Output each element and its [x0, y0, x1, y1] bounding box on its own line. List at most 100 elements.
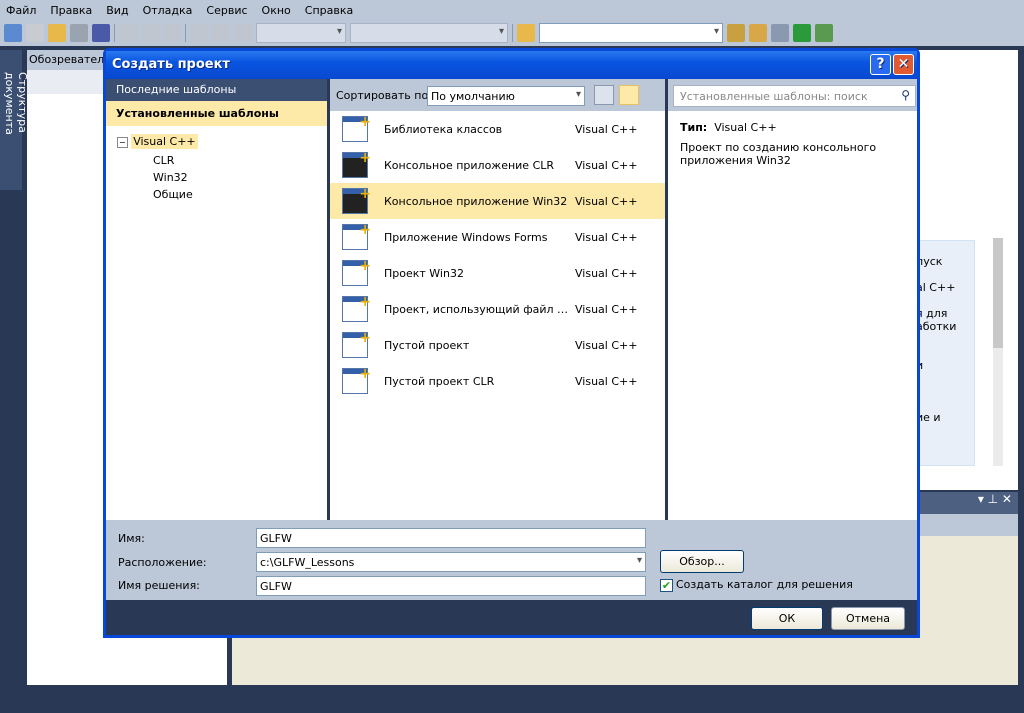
menu-tools[interactable]: Сервис: [206, 4, 247, 17]
platform-combo[interactable]: [350, 23, 508, 43]
sort-bar: Сортировать по: По умолчанию: [330, 79, 665, 111]
separator: [185, 24, 186, 42]
text-fragment: пуск: [916, 255, 943, 268]
properties-icon[interactable]: [749, 24, 767, 42]
console-icon: [342, 186, 371, 214]
type-label: Тип:: [680, 121, 708, 134]
template-name: Консольное приложение Win32: [384, 194, 568, 208]
template-item[interactable]: Библиотека классов Visual C++: [330, 111, 665, 147]
toolbar: [0, 20, 1024, 46]
search-icon[interactable]: ⚲: [901, 88, 910, 102]
open-folder-icon[interactable]: [48, 24, 66, 42]
undo-icon[interactable]: [190, 24, 208, 42]
installed-templates[interactable]: Установленные шаблоны: [106, 101, 327, 126]
template-item[interactable]: Проект Win32 Visual C++: [330, 255, 665, 291]
template-language: Visual C++: [575, 122, 638, 136]
type-row: Тип: Visual C++: [680, 121, 777, 134]
menu-view[interactable]: Вид: [106, 4, 128, 17]
create-directory-checkbox[interactable]: ✔ Создать каталог для решения: [660, 578, 853, 592]
menu-window[interactable]: Окно: [262, 4, 291, 17]
details-pane: Установленные шаблоны: поиск ⚲ Тип: Visua…: [668, 79, 917, 520]
add-item-icon[interactable]: [26, 24, 44, 42]
win32-icon: [342, 258, 371, 286]
separator: [512, 24, 513, 42]
text-fragment: ие и: [916, 411, 941, 424]
template-item[interactable]: Консольное приложение CLR Visual C++: [330, 147, 665, 183]
location-value: c:\GLFW_Lessons: [260, 556, 355, 569]
menu-edit[interactable]: Правка: [50, 4, 92, 17]
start-page-scrollbar[interactable]: [993, 238, 1003, 466]
template-item[interactable]: Пустой проект Visual C++: [330, 327, 665, 363]
forms-icon: [342, 222, 371, 250]
template-item[interactable]: Пустой проект CLR Visual C++: [330, 363, 665, 399]
template-name: Проект, использующий файл makefile: [384, 302, 575, 316]
sort-value: По умолчанию: [431, 90, 515, 103]
tree-item-general[interactable]: Общие: [153, 188, 193, 201]
template-item[interactable]: Консольное приложение Win32 Visual C++: [330, 183, 665, 219]
help-button[interactable]: ?: [870, 54, 891, 75]
save-icon[interactable]: [70, 24, 88, 42]
save-all-icon[interactable]: [92, 24, 110, 42]
medium-icons-view-icon[interactable]: [594, 85, 614, 105]
configuration-combo[interactable]: [256, 23, 346, 43]
menu-debug[interactable]: Отладка: [143, 4, 193, 17]
type-value: Visual C++: [714, 121, 777, 134]
search-input[interactable]: Установленные шаблоны: поиск ⚲: [673, 85, 916, 107]
text-fragment: аботки: [916, 320, 957, 333]
empty-project-icon: [342, 330, 371, 358]
find-combo[interactable]: [539, 23, 723, 43]
browse-button[interactable]: Обзор...: [660, 550, 744, 573]
tree-item-win32[interactable]: Win32: [153, 171, 188, 184]
scroll-thumb[interactable]: [993, 238, 1003, 348]
sort-select[interactable]: По умолчанию: [427, 86, 585, 106]
recent-templates[interactable]: Последние шаблоны: [106, 79, 327, 101]
sort-label: Сортировать по:: [336, 89, 432, 102]
menu-help[interactable]: Справка: [305, 4, 353, 17]
class-library-icon: [342, 114, 371, 142]
template-name: Библиотека классов: [384, 122, 503, 136]
template-language: Visual C++: [575, 302, 638, 316]
ok-button[interactable]: ОК: [751, 607, 823, 630]
console-icon: [342, 150, 371, 178]
paste-icon[interactable]: [163, 24, 181, 42]
text-fragment: .: [916, 372, 956, 385]
tree-root-label: Visual C++: [131, 134, 198, 149]
name-input[interactable]: GLFW: [256, 528, 646, 548]
menu-file[interactable]: Файл: [6, 4, 36, 17]
cancel-button[interactable]: Отмена: [831, 607, 905, 630]
close-button[interactable]: ✕: [893, 54, 914, 75]
tree-root[interactable]: − Visual C++: [117, 134, 198, 149]
start-debug-icon[interactable]: [234, 24, 252, 42]
checkbox-check-icon[interactable]: ✔: [660, 578, 673, 592]
new-project-icon[interactable]: [4, 24, 22, 42]
redo-icon[interactable]: [212, 24, 230, 42]
solution-explorer-icon[interactable]: [727, 24, 745, 42]
panel-menu-icon[interactable]: ▾ ⊥ ✕: [978, 492, 1012, 506]
project-form: Имя: GLFW Расположение: c:\GLFW_Lessons …: [106, 520, 917, 600]
list-view-icon[interactable]: [619, 85, 639, 105]
template-item[interactable]: Приложение Windows Forms Visual C++: [330, 219, 665, 255]
template-description: Проект по созданию консольного приложени…: [680, 141, 877, 167]
cut-icon[interactable]: [119, 24, 137, 42]
templates-pane: Сортировать по: По умолчанию Библиотека …: [330, 79, 665, 520]
template-language: Visual C++: [575, 158, 638, 172]
search-placeholder: Установленные шаблоны: поиск: [680, 90, 868, 103]
find-in-files-icon[interactable]: [517, 24, 535, 42]
template-name: Пустой проект: [384, 338, 470, 352]
document-outline-tab[interactable]: Структура документа: [0, 50, 29, 190]
template-name: Консольное приложение CLR: [384, 158, 555, 172]
template-item[interactable]: Проект, использующий файл makefileVisual…: [330, 291, 665, 327]
location-combo[interactable]: c:\GLFW_Lessons: [256, 552, 646, 572]
text-fragment: я для: [916, 307, 948, 320]
toolbox-icon[interactable]: [771, 24, 789, 42]
template-language: Visual C++: [575, 374, 638, 388]
create-directory-label: Создать каталог для решения: [676, 578, 853, 591]
copy-icon[interactable]: [141, 24, 159, 42]
start-page-icon[interactable]: [793, 24, 811, 42]
tree-item-clr[interactable]: CLR: [153, 154, 174, 167]
search-bar: Установленные шаблоны: поиск ⚲: [668, 79, 917, 111]
makefile-icon: [342, 294, 371, 322]
template-name: Приложение Windows Forms: [384, 230, 548, 244]
extension-icon[interactable]: [815, 24, 833, 42]
solution-name-input[interactable]: GLFW: [256, 576, 646, 596]
